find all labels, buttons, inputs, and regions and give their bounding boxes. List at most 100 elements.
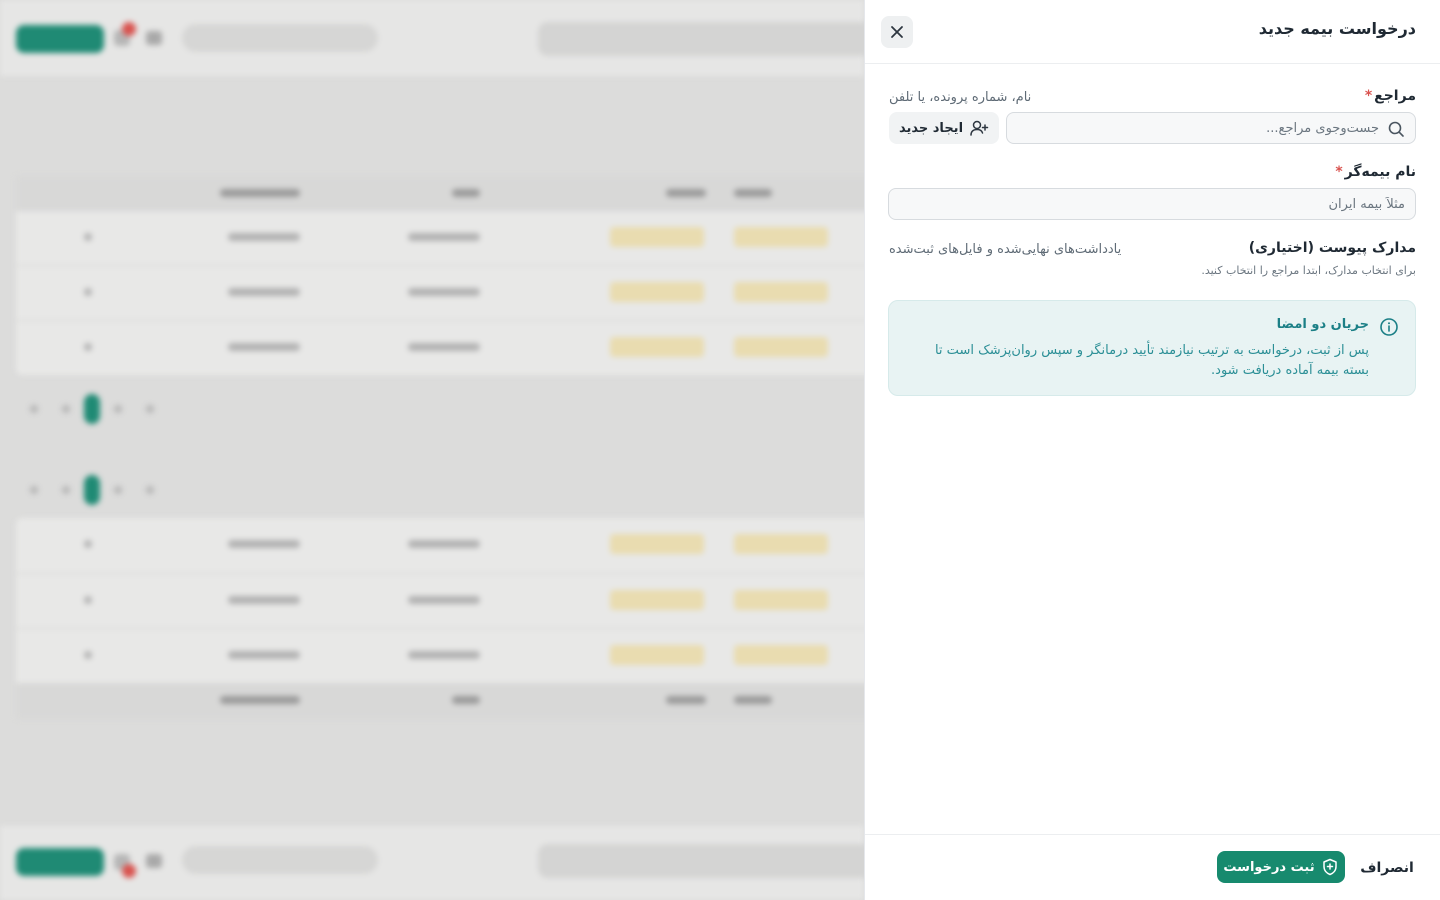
bg-cell [408,233,480,241]
mail-icon [146,854,162,868]
table-row [16,210,864,265]
info-box-body: پس از ثبت، درخواست به ترتیب نیازمند تأیی… [934,343,1369,378]
bg-page-active [84,475,100,505]
bg-page-dot [62,486,70,494]
bg-page-dot [146,405,154,413]
attachments-field-label: مدارک پیوست (اختیاری) [1248,240,1416,256]
insurer-input-box[interactable] [888,188,1416,220]
bg-head-cell [734,696,772,704]
bg-head-cell [452,696,480,704]
bg-head-cell [666,696,706,704]
mail-icon [146,31,162,45]
bg-cell [228,651,300,659]
info-box-title: جریان دو امضا [1276,317,1369,332]
bg-cell [408,540,480,548]
table-row [16,518,864,573]
bg-cell [228,343,300,351]
bg-cell [408,651,480,659]
bg-cell [408,288,480,296]
insurer-input[interactable] [905,189,1405,219]
search-icon [1388,121,1404,137]
background-bottombar [0,826,864,900]
bg-page-dot [62,405,70,413]
bg-cell [84,343,92,351]
close-icon [891,26,903,38]
notification-badge [122,864,136,878]
bg-chip [610,227,704,247]
close-button[interactable] [881,16,913,48]
bg-chip [734,590,828,610]
bg-head-cell [734,189,772,197]
background-date-pill [182,846,378,874]
cancel-button[interactable]: انصراف [1357,853,1417,883]
bg-head-cell [452,189,480,197]
bg-chip [734,534,828,554]
insurer-field-label: نام بیمه‌گر* [1335,164,1416,180]
background-blur-layer [0,0,864,900]
client-search-input[interactable] [1019,113,1379,143]
bg-chip [734,337,828,357]
drawer-header: درخواست بیمه جدید [865,0,1440,64]
two-signature-info-box: جریان دو امضا پس از ثبت، درخواست به ترتی… [888,300,1416,396]
bg-cell [84,233,92,241]
insurer-label-text: نام بیمه‌گر [1344,164,1416,180]
client-field-label: مراجع* [1365,88,1416,104]
bg-cell [228,288,300,296]
notification-badge [122,22,136,36]
bg-page-dot [114,486,122,494]
bg-page-dot [30,486,38,494]
bg-page-active [84,394,100,424]
user-plus-icon [970,120,989,136]
table-row [16,628,864,683]
background-app [0,0,864,900]
table-row [16,320,864,375]
required-mark: * [1364,88,1373,104]
bg-cell [228,596,300,604]
bg-cell [408,596,480,604]
background-table [16,176,864,375]
bg-head-cell [666,189,706,197]
bg-cell [228,233,300,241]
bg-page-dot [30,405,38,413]
table-row [16,573,864,628]
client-search-box[interactable] [1006,112,1416,144]
drawer-title: درخواست بیمه جدید [1258,19,1416,38]
new-insurance-request-drawer: درخواست بیمه جدید مراجع* نام، شماره پرون… [864,0,1440,900]
background-topbar [0,0,864,76]
client-label-text: مراجع [1374,88,1416,104]
bg-cell [84,596,92,604]
attachments-sub-hint: برای انتخاب مدارک، ابتدا مراجع را انتخاب… [1201,264,1416,277]
shield-icon [1322,858,1337,876]
background-pagination [24,475,164,505]
bg-chip [734,227,828,247]
bg-chip [610,534,704,554]
bg-cell [408,343,480,351]
bg-cell [84,540,92,548]
background-pagination [24,394,164,424]
bg-chip [734,282,828,302]
client-field-hint: نام، شماره پرونده، یا تلفن [889,90,1032,105]
background-action-button [16,848,104,876]
bg-cell [228,540,300,548]
bg-chip [734,645,828,665]
create-client-button[interactable]: ایجاد جدید [889,112,999,144]
submit-request-label: ثبت درخواست [1223,859,1315,875]
background-table-foot [16,683,864,719]
submit-request-button[interactable]: ثبت درخواست [1217,851,1345,883]
background-table [16,518,864,719]
bg-page-dot [114,405,122,413]
bg-chip [610,590,704,610]
drawer-footer: انصراف ثبت درخواست [865,834,1440,900]
background-table-head [16,176,864,210]
table-row [16,265,864,320]
background-search [538,22,864,56]
required-mark: * [1335,164,1343,180]
bg-page-dot [146,486,154,494]
bg-cell [84,288,92,296]
bg-head-cell [220,696,300,704]
background-action-button [16,25,104,53]
bg-cell [84,651,92,659]
bg-head-cell [220,189,300,197]
bg-chip [610,337,704,357]
info-icon [1380,318,1398,336]
